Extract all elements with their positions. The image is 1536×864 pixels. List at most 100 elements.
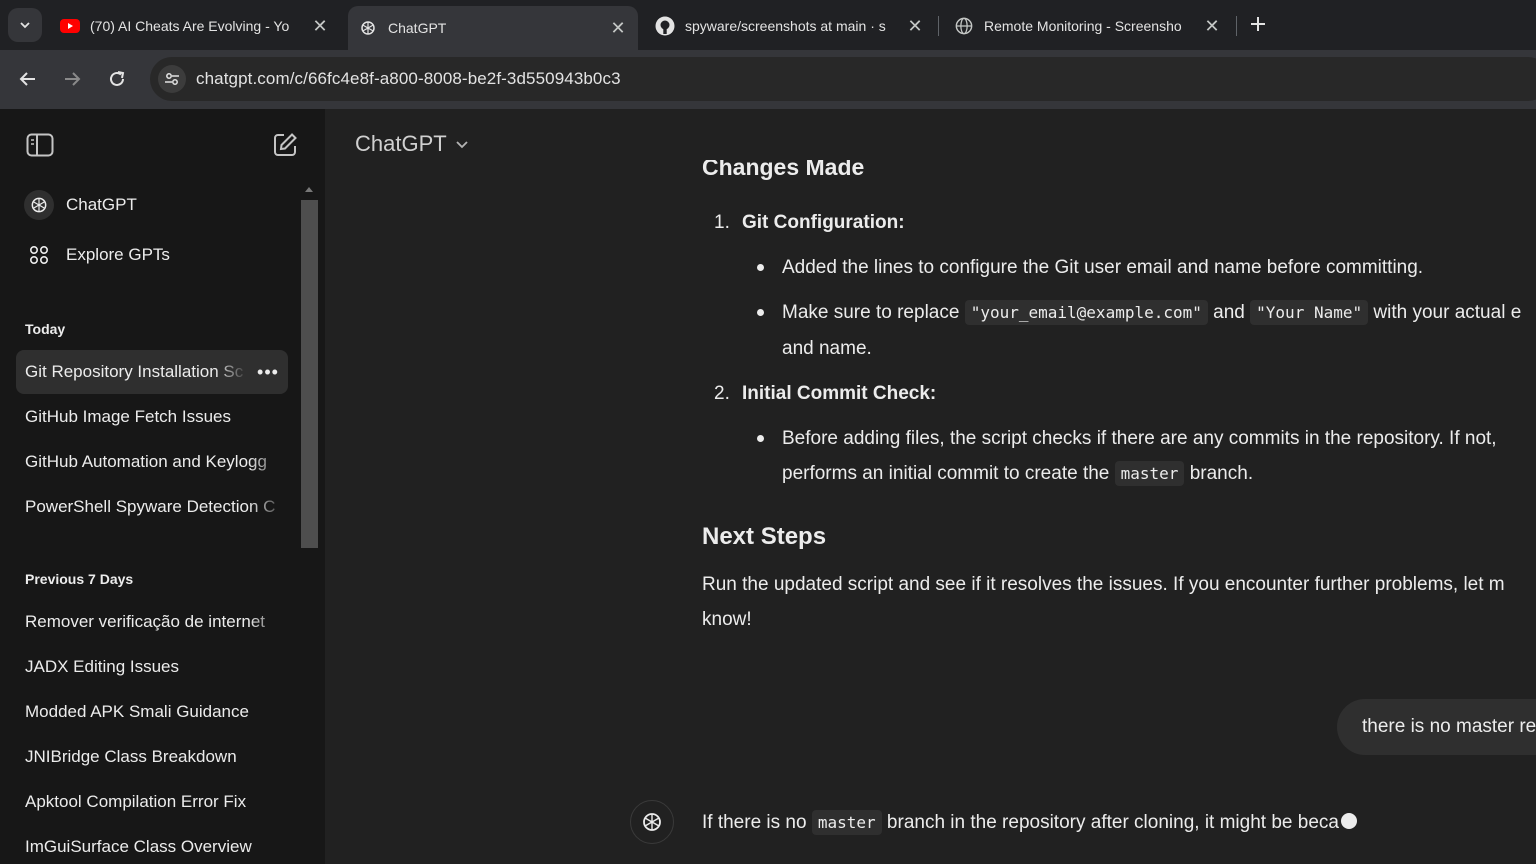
grid-icon (24, 240, 54, 270)
sidebar-nav-label: Explore GPTs (66, 245, 170, 264)
sidebar-nav-chatgpt[interactable]: ChatGPT (16, 185, 286, 225)
history-item-label: Modded APK Smali Guidance (25, 702, 249, 721)
tab-title: Remote Monitoring - Screensho (984, 18, 1182, 34)
inline-code: "your_email@example.com" (964, 300, 1208, 325)
history-item[interactable]: GitHub Automation and Keylogg (16, 440, 288, 484)
openai-icon (24, 190, 54, 220)
assistant-avatar (630, 800, 674, 844)
text-span: with your actual e (1373, 302, 1522, 323)
chevron-down-icon (20, 22, 30, 29)
user-message-bubble: there is no master re (1337, 699, 1536, 755)
new-tab-button[interactable] (1244, 10, 1272, 38)
tab-strip: (70) AI Cheats Are Evolving - Yo ✕ ChatG… (0, 0, 1536, 50)
address-bar[interactable]: chatgpt.com/c/66fc4e8f-a800-8008-be2f-3d… (150, 57, 1536, 101)
inline-code: "Your Name" (1250, 300, 1369, 325)
history-item[interactable]: JNIBridge Class Breakdown (16, 735, 288, 779)
globe-icon (954, 16, 974, 36)
history-item-label: Remover verificação de internet (25, 612, 266, 631)
sidebar-scrollbar-thumb[interactable] (301, 200, 318, 548)
reload-button[interactable] (102, 64, 132, 94)
browser-toolbar: chatgpt.com/c/66fc4e8f-a800-8008-be2f-3d… (0, 50, 1536, 109)
tab-title: spyware/screenshots at main · s (685, 18, 886, 34)
sidebar-nav-explore-gpts[interactable]: Explore GPTs (16, 235, 286, 275)
paragraph-text: Run the updated script and see if it res… (702, 574, 1505, 595)
tab-title: (70) AI Cheats Are Evolving - Yo (90, 18, 290, 34)
model-selector[interactable]: ChatGPT (355, 131, 469, 157)
history-item[interactable]: Git Repository Installation Sc ••• (16, 350, 288, 394)
bullet (757, 264, 764, 271)
new-chat-button[interactable] (269, 129, 301, 161)
history-item[interactable]: GitHub Image Fetch Issues (16, 395, 288, 439)
forward-button[interactable] (57, 64, 87, 94)
text-span: branch in the repository after cloning, … (886, 812, 1339, 833)
inline-code: master (811, 810, 882, 835)
arrow-left-icon (19, 72, 35, 86)
history-item-label: JADX Editing Issues (25, 657, 180, 676)
streaming-cursor (1340, 813, 1357, 829)
sidebar-nav-label: ChatGPT (66, 195, 137, 214)
scroll-up-arrow[interactable] (305, 187, 313, 192)
openai-icon (643, 813, 661, 831)
history-item-label: PowerShell Spyware Detection C (25, 497, 276, 516)
close-icon[interactable]: ✕ (905, 16, 925, 37)
more-options-icon[interactable]: ••• (248, 362, 288, 383)
paragraph-text: know! (702, 609, 752, 630)
youtube-icon (60, 16, 80, 36)
history-item[interactable]: Modded APK Smali Guidance (16, 690, 288, 734)
bullet-text-continued: and name. (782, 338, 872, 359)
history-item-label: JNIBridge Class Breakdown (25, 747, 237, 766)
list-item-number: 1. (714, 212, 730, 233)
section-heading-today: Today (25, 321, 66, 337)
tab-github[interactable]: spyware/screenshots at main · s ✕ (645, 8, 935, 44)
history-item[interactable]: Apktool Compilation Error Fix (16, 780, 288, 824)
site-info-button[interactable] (158, 65, 186, 93)
back-button[interactable] (13, 64, 43, 94)
user-message-text: there is no master re (1362, 716, 1536, 737)
tab-search-button[interactable] (8, 8, 42, 42)
bullet-text: Added the lines to configure the Git use… (782, 257, 1424, 278)
text-span: branch. (1189, 463, 1254, 484)
tab-separator (1236, 16, 1237, 36)
section-heading-previous-7-days: Previous 7 Days (25, 571, 134, 587)
text-span: and (1213, 302, 1245, 323)
github-icon (655, 16, 675, 36)
bullet-text: Before adding files, the script checks i… (782, 428, 1497, 449)
edit-icon (274, 133, 297, 156)
bullet-text: Make sure to replace "your_email@example… (782, 295, 1521, 330)
tab-youtube[interactable]: (70) AI Cheats Are Evolving - Yo ✕ (50, 8, 340, 44)
tab-chatgpt[interactable]: ChatGPT ✕ (348, 6, 638, 50)
history-item[interactable]: ImGuiSurface Class Overview (16, 825, 288, 864)
tune-icon (165, 73, 179, 85)
history-item[interactable]: Remover verificação de internet (16, 600, 288, 644)
model-title: ChatGPT (355, 131, 447, 156)
history-item[interactable]: JADX Editing Issues (16, 645, 288, 689)
close-icon[interactable]: ✕ (310, 16, 330, 37)
bullet-text-continued: performs an initial commit to create the… (782, 456, 1253, 491)
section-heading: Changes Made (702, 160, 865, 180)
sidebar-panel-icon (26, 133, 54, 157)
tab-remote-monitoring[interactable]: Remote Monitoring - Screensho ✕ (944, 8, 1232, 44)
plus-icon (1251, 17, 1265, 31)
history-item-label: GitHub Automation and Keylogg (25, 452, 267, 471)
next-steps-heading: Next Steps (702, 523, 827, 550)
history-item-label: Git Repository Installation Sc (25, 362, 244, 381)
bullet (757, 309, 764, 316)
text-span: Make sure to replace (782, 302, 960, 323)
sidebar: ChatGPT Explore GPTs Today Git Repositor… (0, 109, 325, 864)
tab-separator (938, 16, 939, 36)
toggle-sidebar-button[interactable] (24, 129, 56, 161)
chevron-down-icon (456, 141, 468, 149)
openai-icon (358, 18, 378, 38)
history-item-label: ImGuiSurface Class Overview (25, 837, 252, 856)
arrow-right-icon (65, 72, 81, 86)
chat-main: ChatGPT Changes Made 1. Git Configuratio… (325, 109, 1536, 864)
close-icon[interactable]: ✕ (1202, 16, 1222, 37)
close-icon[interactable]: ✕ (608, 18, 628, 39)
history-item[interactable]: PowerShell Spyware Detection C (16, 485, 288, 529)
history-item-label: GitHub Image Fetch Issues (25, 407, 231, 426)
url-text: chatgpt.com/c/66fc4e8f-a800-8008-be2f-3d… (196, 69, 621, 88)
list-item-number: 2. (714, 383, 730, 404)
assistant-streaming-text: If there is no master branch in the repo… (702, 805, 1357, 840)
text-span: If there is no (702, 812, 807, 833)
text-span: performs an initial commit to create the (782, 463, 1110, 484)
